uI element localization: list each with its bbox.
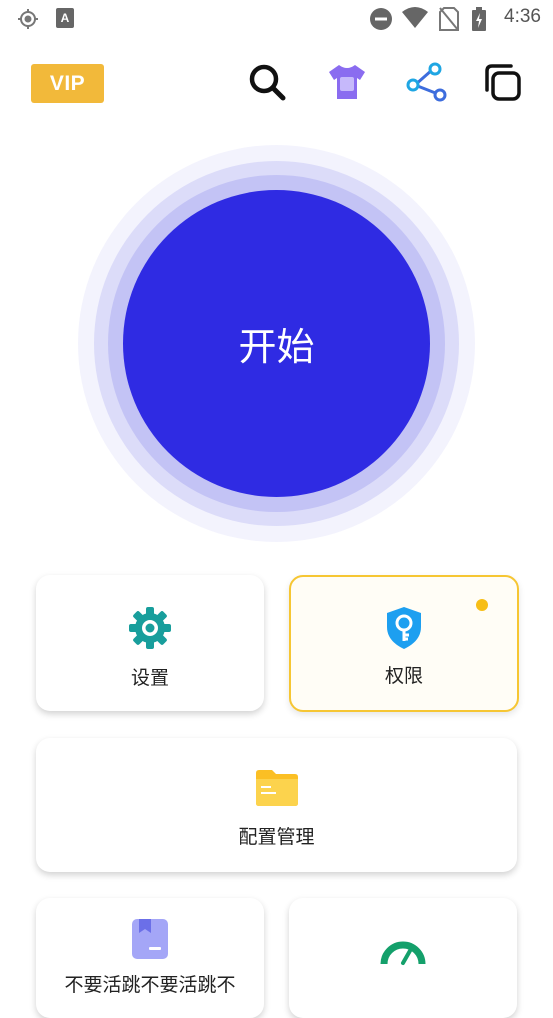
shield-key-icon (384, 605, 424, 655)
speedometer-icon (380, 932, 426, 972)
vip-button[interactable]: VIP (31, 64, 104, 103)
battery-charging-icon (471, 7, 487, 35)
share-icon (405, 62, 447, 106)
share-button[interactable] (404, 62, 448, 106)
gear-icon (127, 605, 173, 655)
config-management-card[interactable]: 配置管理 (36, 738, 517, 872)
svg-text:A: A (61, 11, 70, 25)
theme-button[interactable] (325, 62, 369, 106)
status-bar: A 4:36 (0, 0, 553, 38)
do-not-disturb-icon (369, 7, 393, 35)
tshirt-theme-icon (325, 62, 369, 106)
keyboard-a-icon: A (55, 7, 75, 33)
search-button[interactable] (245, 62, 289, 106)
bottom-left-card[interactable]: 不要活跳不要活跳不 (36, 898, 264, 1018)
settings-card[interactable]: 设置 (36, 575, 264, 711)
permissions-card[interactable]: 权限 (289, 575, 519, 712)
search-icon (247, 62, 287, 106)
start-button[interactable]: 开始 (123, 190, 430, 497)
no-sim-icon (439, 7, 459, 35)
location-icon (16, 7, 40, 35)
bottom-right-card[interactable] (289, 898, 517, 1018)
notification-dot (476, 599, 488, 611)
permissions-label: 权限 (384, 665, 423, 687)
clock: 4:36 (504, 6, 541, 27)
settings-label: 设置 (130, 667, 169, 689)
bottom-left-label: 不要活跳不要活跳不 (64, 974, 236, 996)
copy-button[interactable] (480, 62, 524, 106)
folder-icon (255, 769, 299, 811)
config-management-label: 配置管理 (238, 826, 315, 848)
bookmark-file-icon (131, 918, 169, 964)
copy-icon (482, 62, 522, 106)
wifi-icon (401, 7, 429, 33)
start-label: 开始 (238, 325, 315, 369)
